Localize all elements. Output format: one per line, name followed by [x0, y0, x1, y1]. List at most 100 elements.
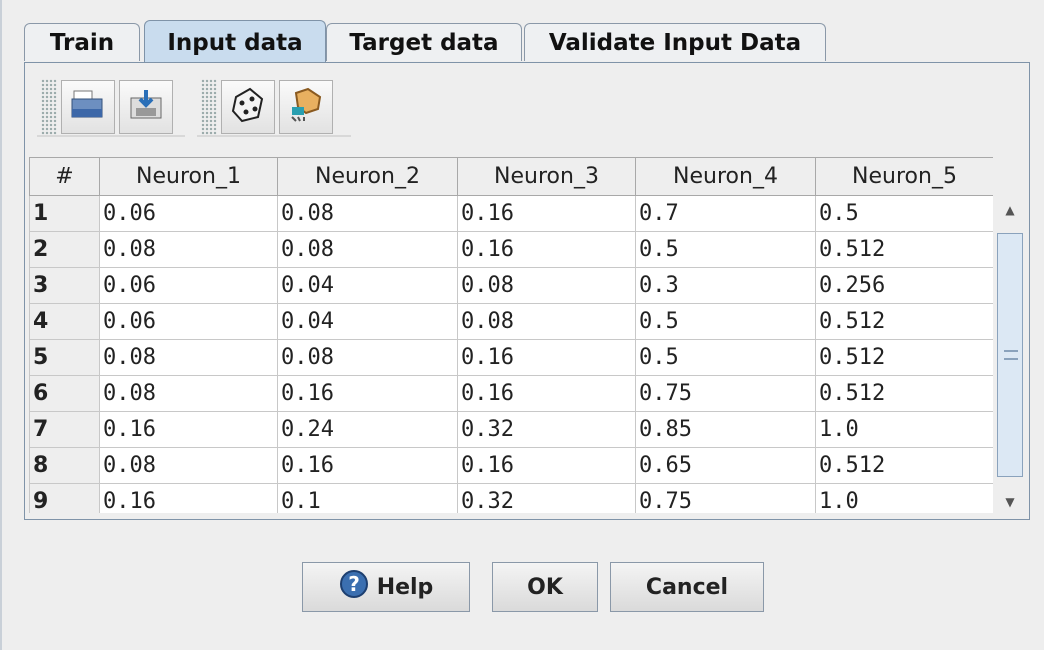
- tab-validate-input-data[interactable]: Validate Input Data: [524, 23, 826, 61]
- table-row[interactable]: 2 0.08 0.08 0.16 0.5 0.512: [29, 231, 993, 268]
- tools-toolbar: [197, 79, 351, 137]
- table-cell[interactable]: 0.5: [635, 231, 816, 268]
- table-cell[interactable]: 0.32: [457, 483, 636, 513]
- row-number-cell: 3: [29, 267, 100, 304]
- table-row[interactable]: 8 0.08 0.16 0.16 0.65 0.512: [29, 447, 993, 484]
- table-row[interactable]: 9 0.16 0.1 0.32 0.75 1.0: [29, 483, 993, 513]
- clear-hand-icon: [286, 85, 326, 129]
- column-header-neuron-5[interactable]: Neuron_5: [815, 157, 993, 196]
- data-table-viewport[interactable]: # Neuron_1 Neuron_2 Neuron_3 Neuron_4 Ne…: [29, 157, 993, 513]
- import-icon: [128, 88, 164, 126]
- table-cell[interactable]: 0.75: [635, 375, 816, 412]
- table-cell[interactable]: 0.16: [277, 375, 458, 412]
- import-button[interactable]: [119, 80, 173, 134]
- table-cell[interactable]: 0.512: [815, 231, 993, 268]
- column-header-neuron-2[interactable]: Neuron_2: [277, 157, 458, 196]
- table-cell[interactable]: 0.04: [277, 303, 458, 340]
- table-cell[interactable]: 0.08: [277, 339, 458, 376]
- randomize-dice-icon: [228, 85, 268, 129]
- table-cell[interactable]: 0.75: [635, 483, 816, 513]
- table-row[interactable]: 4 0.06 0.04 0.08 0.5 0.512: [29, 303, 993, 340]
- table-cell[interactable]: 0.16: [99, 411, 278, 448]
- table-cell[interactable]: 0.5: [635, 339, 816, 376]
- table-cell[interactable]: 0.24: [277, 411, 458, 448]
- row-number-cell: 5: [29, 339, 100, 376]
- toolbar-grip[interactable]: [41, 79, 57, 135]
- table-cell[interactable]: 0.08: [99, 339, 278, 376]
- column-header-neuron-4[interactable]: Neuron_4: [635, 157, 816, 196]
- table-row[interactable]: 1 0.06 0.08 0.16 0.7 0.5: [29, 195, 993, 232]
- table-cell[interactable]: 0.16: [99, 483, 278, 513]
- table-row[interactable]: 6 0.08 0.16 0.16 0.75 0.512: [29, 375, 993, 412]
- column-header-index[interactable]: #: [29, 157, 100, 196]
- table-cell[interactable]: 0.06: [99, 195, 278, 232]
- table-cell[interactable]: 0.16: [457, 339, 636, 376]
- table-header-row: # Neuron_1 Neuron_2 Neuron_3 Neuron_4 Ne…: [29, 157, 993, 196]
- tab-train[interactable]: Train: [24, 23, 140, 61]
- toolbar-grip[interactable]: [201, 79, 217, 135]
- window-left-border: [0, 0, 2, 650]
- table-cell[interactable]: 0.08: [457, 267, 636, 304]
- open-file-button[interactable]: [61, 80, 115, 134]
- row-number-cell: 1: [29, 195, 100, 232]
- column-header-neuron-1[interactable]: Neuron_1: [99, 157, 278, 196]
- table-cell[interactable]: 1.0: [815, 411, 993, 448]
- table-cell[interactable]: 0.16: [457, 447, 636, 484]
- table-cell[interactable]: 0.3: [635, 267, 816, 304]
- svg-text:?: ?: [348, 572, 360, 596]
- table-cell[interactable]: 0.08: [99, 447, 278, 484]
- scroll-thumb[interactable]: [997, 233, 1023, 477]
- tab-target-data[interactable]: Target data: [326, 23, 522, 61]
- row-number-cell: 4: [29, 303, 100, 340]
- table-cell[interactable]: 0.08: [457, 303, 636, 340]
- table-cell[interactable]: 0.16: [457, 195, 636, 232]
- table-cell[interactable]: 0.256: [815, 267, 993, 304]
- table-cell[interactable]: 0.5: [815, 195, 993, 232]
- column-header-neuron-3[interactable]: Neuron_3: [457, 157, 636, 196]
- clear-button[interactable]: [279, 80, 333, 134]
- tab-input-data[interactable]: Input data: [144, 20, 326, 64]
- table-cell[interactable]: 0.512: [815, 447, 993, 484]
- row-number-cell: 6: [29, 375, 100, 412]
- vertical-scrollbar[interactable]: ▲ ▼: [995, 197, 1025, 515]
- table-cell[interactable]: 0.08: [99, 231, 278, 268]
- scroll-up-arrow-icon[interactable]: ▲: [995, 197, 1025, 223]
- table-cell[interactable]: 0.85: [635, 411, 816, 448]
- table-cell[interactable]: 0.512: [815, 303, 993, 340]
- open-folder-icon: [70, 89, 106, 125]
- row-number-cell: 8: [29, 447, 100, 484]
- table-cell[interactable]: 0.08: [277, 231, 458, 268]
- table-cell[interactable]: 0.08: [99, 375, 278, 412]
- table-cell[interactable]: 0.32: [457, 411, 636, 448]
- table-cell[interactable]: 0.65: [635, 447, 816, 484]
- table-cell[interactable]: 0.7: [635, 195, 816, 232]
- table-row[interactable]: 3 0.06 0.04 0.08 0.3 0.256: [29, 267, 993, 304]
- table-row[interactable]: 5 0.08 0.08 0.16 0.5 0.512: [29, 339, 993, 376]
- table-cell[interactable]: 0.16: [457, 375, 636, 412]
- randomize-button[interactable]: [221, 80, 275, 134]
- cancel-button[interactable]: Cancel: [610, 562, 764, 612]
- row-number-cell: 2: [29, 231, 100, 268]
- input-data-table: # Neuron_1 Neuron_2 Neuron_3 Neuron_4 Ne…: [29, 157, 993, 513]
- table-cell[interactable]: 0.06: [99, 267, 278, 304]
- input-data-panel: # Neuron_1 Neuron_2 Neuron_3 Neuron_4 Ne…: [24, 62, 1030, 520]
- table-cell[interactable]: 0.512: [815, 339, 993, 376]
- table-cell[interactable]: 0.1: [277, 483, 458, 513]
- table-row[interactable]: 7 0.16 0.24 0.32 0.85 1.0: [29, 411, 993, 448]
- table-body: 1 0.06 0.08 0.16 0.7 0.5 2 0.08 0.08 0.16 0.5 0.512…: [29, 195, 993, 513]
- table-cell[interactable]: 1.0: [815, 483, 993, 513]
- scroll-down-arrow-icon[interactable]: ▼: [995, 489, 1025, 515]
- help-icon: ?: [339, 569, 369, 605]
- file-toolbar: [37, 79, 185, 137]
- table-cell[interactable]: 0.5: [635, 303, 816, 340]
- table-cell[interactable]: 0.06: [99, 303, 278, 340]
- table-cell[interactable]: 0.04: [277, 267, 458, 304]
- table-cell[interactable]: 0.16: [277, 447, 458, 484]
- row-number-cell: 9: [29, 483, 100, 513]
- row-number-cell: 7: [29, 411, 100, 448]
- help-button[interactable]: ? Help: [302, 562, 470, 612]
- table-cell[interactable]: 0.16: [457, 231, 636, 268]
- table-cell[interactable]: 0.512: [815, 375, 993, 412]
- table-cell[interactable]: 0.08: [277, 195, 458, 232]
- ok-button[interactable]: OK: [492, 562, 598, 612]
